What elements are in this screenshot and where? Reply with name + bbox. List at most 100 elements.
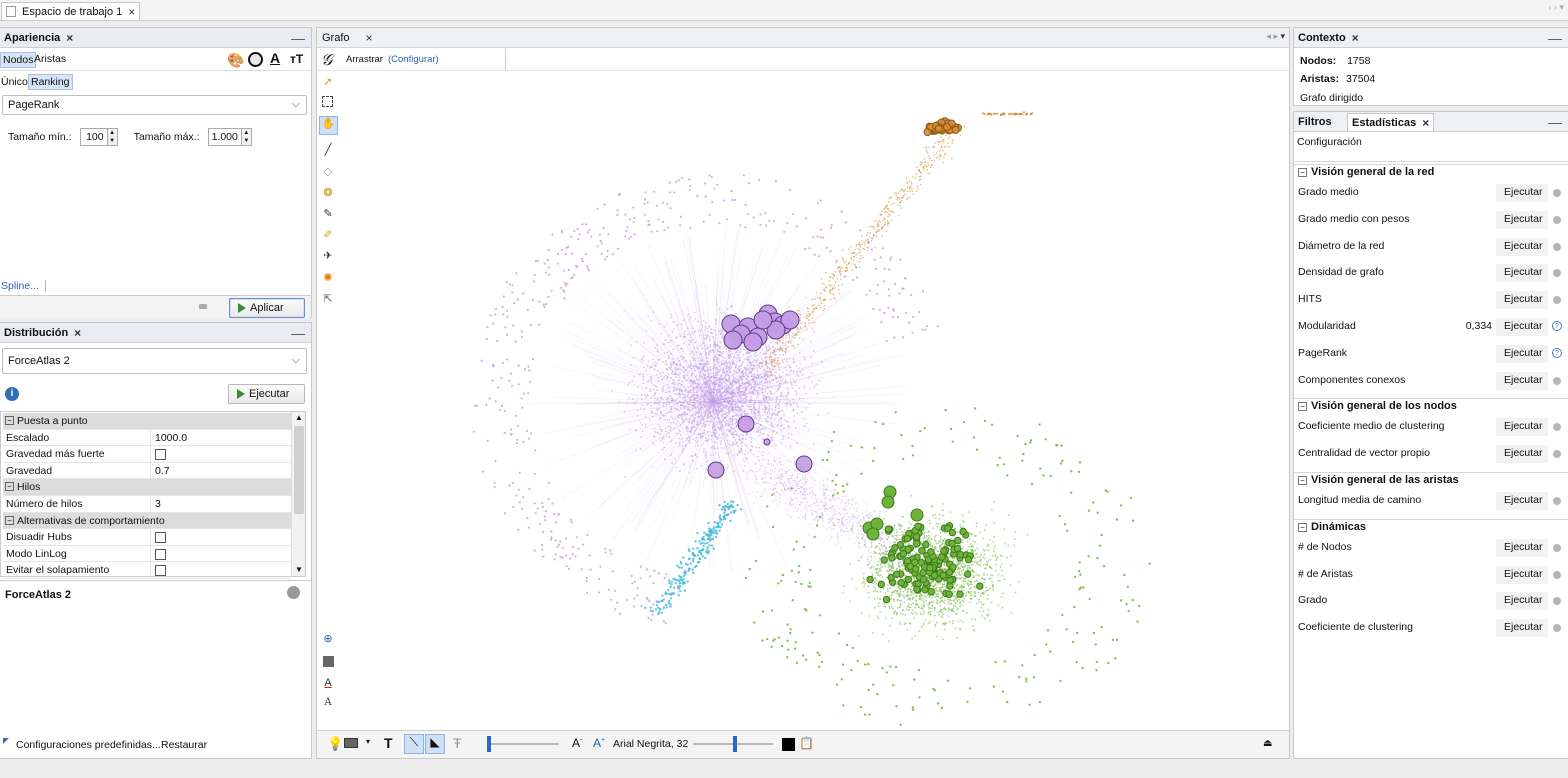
graph-node [663, 446, 666, 449]
graph-node [787, 425, 790, 427]
graph-tab[interactable]: Grafo × [318, 29, 377, 47]
graph-node [900, 207, 902, 209]
spline-link[interactable]: Spline... [1, 280, 46, 292]
graph-node [777, 492, 780, 494]
graph-node [802, 475, 804, 478]
graph-node [937, 141, 939, 143]
graph-node [757, 394, 760, 397]
graph-node [838, 266, 840, 268]
min-size-stepper[interactable]: 100 ▲ ▼ [79, 128, 118, 146]
graph-canvas[interactable] [343, 72, 1289, 732]
restore-link[interactable]: Restaurar [161, 739, 207, 751]
stepper-arrows-icon[interactable]: ▲ ▼ [106, 129, 117, 145]
scroll-thumb[interactable] [294, 426, 304, 514]
apply-button[interactable]: Aplicar [229, 298, 305, 318]
info-icon[interactable]: i [5, 387, 19, 401]
stepper-arrows-icon[interactable]: ▲ ▼ [240, 129, 251, 145]
graph-node [901, 287, 904, 290]
graph-node [832, 277, 834, 280]
graph-node [690, 395, 693, 397]
close-icon[interactable]: × [74, 326, 81, 340]
graph-node [677, 374, 680, 376]
graph-node [719, 393, 722, 395]
graph-node [789, 502, 791, 504]
property-value[interactable]: 3 [150, 496, 291, 512]
graph-node [841, 519, 843, 521]
graph-node [769, 347, 771, 350]
checkbox[interactable] [155, 565, 166, 577]
graph-node [508, 484, 511, 487]
graph-node [703, 425, 706, 428]
graph-node [668, 432, 670, 435]
collapse-icon[interactable]: − [5, 515, 14, 525]
collapse-icon[interactable]: − [5, 482, 14, 492]
graph-node [806, 507, 808, 510]
label-color-icon[interactable]: A [270, 50, 280, 66]
graph-node [846, 512, 848, 515]
graph-node [686, 366, 689, 368]
property-category[interactable]: − Puesta a punto [3, 413, 291, 430]
tab-ranking[interactable]: Ranking [28, 74, 73, 90]
graph-node [565, 554, 568, 557]
graph-node [815, 393, 818, 395]
graph-node [744, 397, 747, 400]
graph-node [563, 269, 566, 272]
scroll-up-icon[interactable]: ▲ [295, 413, 303, 422]
graph-node [749, 361, 751, 364]
property-scrollbar[interactable]: ▲ ▼ [291, 412, 305, 576]
ranking-attribute-select[interactable]: PageRank ⌵ [2, 95, 307, 115]
close-icon[interactable]: × [366, 31, 373, 45]
graph-node [718, 433, 721, 436]
workspace-tab[interactable]: Espacio de trabajo 1 × [1, 2, 141, 20]
property-category[interactable]: − Alternativas de comportamiento [3, 512, 291, 530]
label-size-icon[interactable]: тT [290, 52, 303, 66]
property-category[interactable]: − Hilos [3, 479, 291, 496]
tab-aristas[interactable]: Aristas [34, 53, 66, 65]
close-icon[interactable]: × [66, 31, 73, 45]
presets-link[interactable]: Configuraciones predefinidas... [16, 739, 161, 751]
checkbox[interactable] [155, 548, 166, 560]
graph-node [874, 267, 878, 270]
graph-node [773, 359, 775, 361]
scroll-down-icon[interactable]: ▼ [295, 565, 303, 574]
graph-node [816, 515, 818, 517]
reset-icon[interactable] [199, 304, 207, 309]
graph-node [543, 305, 546, 309]
graph-node [723, 377, 726, 380]
checkbox[interactable] [155, 532, 166, 544]
collapse-icon[interactable]: − [5, 416, 14, 425]
graph-node [737, 391, 740, 393]
graph-node [656, 359, 659, 362]
max-size-stepper[interactable]: 1.000 ▲ ▼ [207, 128, 252, 146]
size-icon[interactable] [248, 52, 263, 67]
tab-nodos[interactable]: Nodos [0, 52, 37, 68]
graph-node [786, 509, 788, 512]
property-value[interactable]: 1000.0 [150, 429, 291, 446]
configure-link[interactable]: (Configurar) [388, 54, 439, 65]
graph-node [878, 548, 880, 550]
checkbox[interactable] [155, 449, 166, 461]
layout-algorithm-select[interactable]: ForceAtlas 2 ⌵ [2, 348, 307, 374]
tab-unico[interactable]: Único [1, 76, 28, 88]
graph-node [766, 347, 768, 349]
panel-nav-icon[interactable]: ◂ ▸ ▾ [1266, 31, 1285, 42]
minimize-icon[interactable]: — [291, 30, 305, 46]
minimize-icon[interactable]: — [291, 325, 305, 341]
graph-node [675, 363, 678, 366]
run-layout-button[interactable]: Ejecutar [228, 384, 305, 404]
graph-node [723, 357, 726, 359]
graph-node [719, 341, 722, 344]
graph-node [669, 368, 671, 371]
property-checkbox-cell [150, 529, 291, 546]
graph-node [636, 587, 639, 590]
graph-node [773, 410, 775, 413]
property-value[interactable]: 0.7 [150, 462, 291, 479]
drag-mode-label[interactable]: Arrastrar [346, 54, 383, 65]
palette-icon[interactable]: 🎨 [227, 52, 244, 69]
graph-node [667, 599, 671, 603]
graph-node [709, 344, 712, 347]
drag-mode-icon[interactable]: 𝒢 [321, 50, 332, 70]
layout-tab[interactable]: Distribución × [0, 324, 85, 342]
appearance-tab[interactable]: Apariencia × [0, 29, 77, 47]
close-icon[interactable]: × [128, 5, 135, 19]
